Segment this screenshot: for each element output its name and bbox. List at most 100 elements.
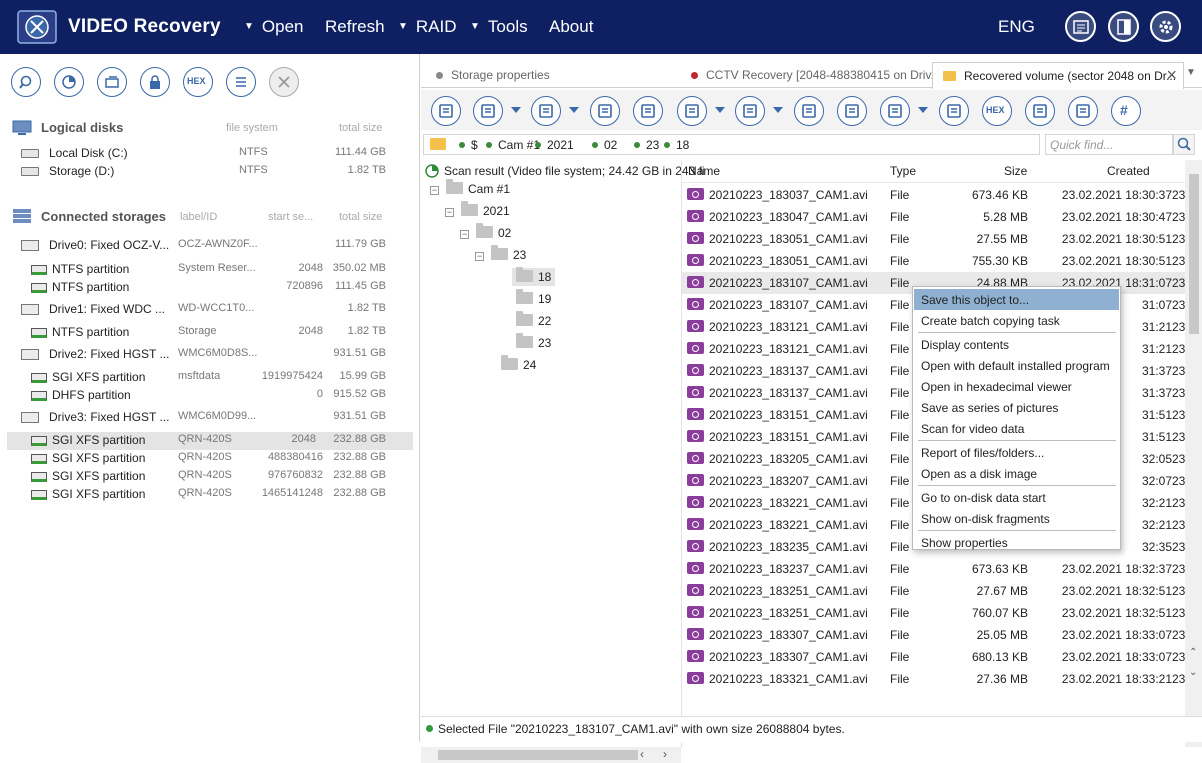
close-button[interactable] [269, 67, 299, 97]
tree-expander-icon[interactable]: − [475, 252, 484, 261]
path-segment[interactable]: 2021 [535, 138, 574, 152]
file-row[interactable]: 20210223_183251_CAM1.avi File 760.07 KB 23.… [682, 602, 1202, 624]
col-name[interactable]: Name [688, 164, 720, 178]
log-button[interactable] [1065, 11, 1096, 42]
context-item-go-to-on-disk-data-start[interactable]: Go to on-disk data start [914, 487, 1119, 508]
drive-row[interactable]: Drive2: Fixed HGST ... WMC6M0D8S... 931.51… [0, 346, 420, 364]
view-mode-button[interactable] [473, 96, 503, 126]
hash-button[interactable]: # [1111, 96, 1141, 126]
context-item-open-as-a-disk-image[interactable]: Open as a disk image [914, 463, 1119, 484]
tree-expander-icon[interactable]: − [460, 230, 469, 239]
go-to-button[interactable] [1068, 96, 1098, 126]
partition-row[interactable]: SGI XFS partition QRN-420S 2048 232.88 GB [7, 432, 413, 450]
file-open-button[interactable] [939, 96, 969, 126]
partition-row[interactable]: NTFS partition Storage 2048 1.82 TB [0, 324, 420, 342]
file-row[interactable]: 20210223_183051_CAM1.avi File 755.30 KB 23.… [682, 250, 1202, 272]
search-button[interactable] [11, 67, 41, 97]
partition-row[interactable]: SGI XFS partition QRN-420S 976760832 232.88… [0, 468, 420, 486]
save-button[interactable] [531, 96, 561, 126]
col-size[interactable]: Size [1004, 164, 1027, 178]
file-row[interactable]: 20210223_183051_CAM1.avi File 27.55 MB 23.0… [682, 228, 1202, 250]
tree-node[interactable]: 22 [516, 311, 551, 328]
path-segment[interactable]: 02 [592, 138, 617, 152]
quick-find-input[interactable]: Quick find... [1045, 134, 1173, 155]
save-to-button[interactable] [590, 96, 620, 126]
dropdown-arrow-icon[interactable] [569, 107, 579, 113]
context-item-report-of-files-folders[interactable]: Report of files/folders... [914, 442, 1119, 463]
language-selector[interactable]: ENG [998, 17, 1035, 37]
tree-node[interactable]: 23 [516, 333, 551, 350]
menu-tools[interactable]: ▼ Tools [470, 17, 528, 37]
drive-row[interactable]: Drive0: Fixed OCZ-V... OCZ-AWNZ0F... 111.7… [0, 237, 420, 255]
tree-toggle-button[interactable] [431, 96, 461, 126]
path-segment[interactable]: $ [459, 138, 478, 152]
tree-expander-icon[interactable]: − [445, 208, 454, 217]
file-row[interactable]: 20210223_183047_CAM1.avi File 5.28 MB 23.02… [682, 206, 1202, 228]
menu-open[interactable]: ▼ Open [244, 17, 304, 37]
hex-button[interactable]: HEX [183, 67, 213, 97]
col-type[interactable]: Type [890, 164, 916, 178]
drive-row[interactable]: Drive3: Fixed HGST ... WMC6M0D99... 931.51… [0, 409, 420, 427]
report-button[interactable] [1025, 96, 1055, 126]
list-button[interactable] [226, 67, 256, 97]
context-item-create-batch-copying-task[interactable]: Create batch copying task [914, 310, 1119, 331]
context-item-open-with-default-installed-program[interactable]: Open with default installed program [914, 355, 1119, 376]
tree-node[interactable]: 18 [512, 267, 556, 286]
scan-result-root[interactable]: Scan result (Video file system; 24.42 GB… [444, 164, 705, 178]
path-segment[interactable]: 18 [664, 138, 689, 152]
tree-node[interactable]: 19 [516, 289, 551, 306]
dropdown-arrow-icon[interactable] [511, 107, 521, 113]
partition-row[interactable]: NTFS partition 720896 111.45 GB [0, 279, 420, 297]
menu-raid[interactable]: ▼ RAID [398, 17, 457, 37]
tab-2[interactable]: Recovered volume (sector 2048 on Dr... × [932, 62, 1184, 89]
partition-row[interactable]: DHFS partition 0 915.52 GB [0, 387, 420, 405]
context-item-save-this-object-to[interactable]: Save this object to... [914, 289, 1119, 310]
tree-node[interactable]: 24 [501, 355, 536, 372]
columns-button[interactable] [735, 96, 765, 126]
partition-row[interactable]: SGI XFS partition msftdata 1919975424 15.99… [0, 369, 420, 387]
context-item-display-contents[interactable]: Display contents [914, 334, 1119, 355]
drive-row[interactable]: Drive1: Fixed WDC ... WD-WCC1T0... 1.82 TB [0, 301, 420, 319]
partition-row[interactable]: NTFS partition System Reser... 2048 350.02 … [0, 261, 420, 279]
preview-button[interactable] [880, 96, 910, 126]
logical-disk-row[interactable]: Storage (D:) NTFS 1.82 TB [0, 163, 420, 181]
file-row[interactable]: 20210223_183237_CAM1.avi File 673.63 KB 23.… [682, 558, 1202, 580]
path-segment[interactable]: Cam #1 [486, 138, 540, 152]
menu-about[interactable]: About [549, 17, 593, 37]
tree-node[interactable]: 2021 [461, 201, 510, 218]
rename-button[interactable] [837, 96, 867, 126]
path-bar[interactable]: $ Cam #1 2021 02 23 18 [423, 134, 1040, 155]
file-row[interactable]: 20210223_183307_CAM1.avi File 25.05 MB 23.0… [682, 624, 1202, 646]
scan-button[interactable] [54, 67, 84, 97]
hex-button[interactable]: HEX [982, 96, 1012, 126]
file-row[interactable]: 20210223_183037_CAM1.avi File 673.46 KB 23.… [682, 184, 1202, 206]
menu-refresh[interactable]: Refresh [325, 17, 385, 37]
context-item-show-on-disk-fragments[interactable]: Show on-disk fragments [914, 508, 1119, 529]
partition-row[interactable]: SGI XFS partition QRN-420S 1465141248 232.8… [0, 486, 420, 504]
open-image-button[interactable] [97, 67, 127, 97]
panel-toggle-button[interactable] [1108, 11, 1139, 42]
tab-close-icon[interactable]: × [1166, 65, 1177, 86]
tree-node[interactable]: Cam #1 [446, 179, 510, 196]
tab-list-icon[interactable]: ▼ [1186, 67, 1198, 79]
dropdown-arrow-icon[interactable] [715, 107, 725, 113]
context-item-scan-for-video-data[interactable]: Scan for video data [914, 418, 1119, 439]
file-row[interactable]: 20210223_183307_CAM1.avi File 680.13 KB 23.… [682, 646, 1202, 668]
logical-disk-row[interactable]: Local Disk (C:) NTFS 111.44 GB [0, 145, 420, 163]
view-layout-button[interactable] [677, 96, 707, 126]
dropdown-arrow-icon[interactable] [918, 107, 928, 113]
quick-find-button[interactable] [1173, 134, 1195, 155]
tree-node[interactable]: 02 [476, 223, 511, 240]
tab-1[interactable]: CCTV Recovery [2048-488380415 on Driv... [679, 62, 941, 89]
file-row[interactable]: 20210223_183321_CAM1.avi File 27.36 MB 23.0… [682, 668, 1202, 690]
task-list-button[interactable] [633, 96, 663, 126]
dropdown-arrow-icon[interactable] [773, 107, 783, 113]
tree-node[interactable]: 23 [491, 245, 526, 262]
lock-button[interactable] [140, 67, 170, 97]
settings-button[interactable] [1150, 11, 1181, 42]
context-item-show-properties[interactable]: Show properties [914, 532, 1119, 553]
tree-hscrollbar[interactable]: ‹ › [421, 747, 681, 763]
file-row[interactable]: 20210223_183251_CAM1.avi File 27.67 MB 23.0… [682, 580, 1202, 602]
col-created[interactable]: Created [1107, 164, 1150, 178]
file-vscrollbar[interactable]: ⌃ ⌄ [1185, 160, 1202, 747]
